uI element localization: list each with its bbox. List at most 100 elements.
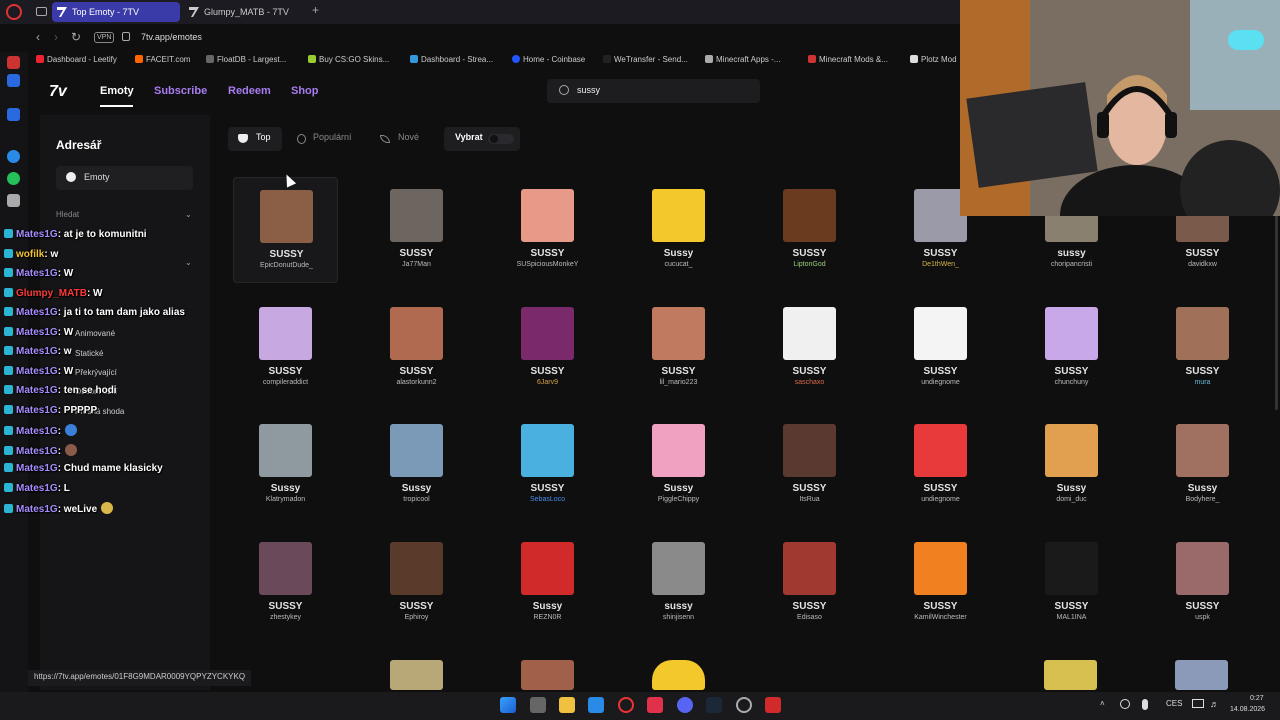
filter-static[interactable]: Statické <box>75 349 103 358</box>
nav-subscribe[interactable]: Subscribe <box>154 85 207 97</box>
discord-taskbar-icon[interactable] <box>677 697 693 713</box>
emote-thumbnail[interactable] <box>652 660 705 690</box>
reload-icon[interactable]: ↻ <box>71 30 81 44</box>
rail-app-icon[interactable] <box>7 74 20 87</box>
sidebar-item-emoty[interactable] <box>56 166 193 190</box>
emote-thumbnail[interactable] <box>390 660 443 690</box>
bookmark-item[interactable]: FACEIT.com <box>135 55 190 64</box>
url-field[interactable]: 7tv.app/emotes <box>141 32 202 42</box>
emote-card[interactable]: SUSSY MAL1INA <box>1019 530 1124 636</box>
search-value[interactable]: sussy <box>577 85 600 95</box>
emote-card[interactable]: Sussy cucucat_ <box>626 177 731 283</box>
emote-card[interactable]: SUSSY zhestykey <box>233 530 338 636</box>
forward-icon[interactable]: › <box>54 30 58 44</box>
app-icon[interactable] <box>588 697 604 713</box>
emote-card[interactable]: SUSSY lil_mario223 <box>626 295 731 401</box>
microphone-icon[interactable] <box>1142 699 1148 710</box>
emote-card[interactable]: SUSSY ItsRua <box>757 412 862 518</box>
emote-card[interactable]: Sussy PiggleChippy <box>626 412 731 518</box>
clock-time[interactable]: 0:27 <box>1250 695 1264 702</box>
bookmark-item[interactable]: FloatDB - Largest... <box>206 55 286 64</box>
emote-thumbnail <box>1176 306 1229 360</box>
bookmark-item[interactable]: Home - Coinbase <box>512 55 585 64</box>
emote-card[interactable]: SUSSY KamilWinchester <box>888 530 993 636</box>
tab-top-emoty[interactable]: Top Emoty - 7TV <box>52 2 180 22</box>
rail-app-icon[interactable] <box>7 108 20 121</box>
chevron-down-icon[interactable]: ⌄ <box>185 258 192 267</box>
vpn-badge[interactable]: VPN <box>94 32 115 43</box>
back-icon[interactable]: ‹ <box>36 30 40 44</box>
emote-card[interactable]: Sussy domi_duc <box>1019 412 1124 518</box>
bookmark-item[interactable]: WeTransfer - Send... <box>603 55 688 64</box>
emote-card[interactable]: SUSSY uspk <box>1150 530 1255 636</box>
emote-card[interactable]: Sussy tropicool <box>364 412 469 518</box>
emote-name: sussy <box>664 600 693 612</box>
opera-taskbar-icon[interactable] <box>618 697 634 713</box>
emote-card[interactable]: SUSSY 6Jarv9 <box>495 295 600 401</box>
emote-thumbnail[interactable] <box>1175 660 1228 690</box>
chat-message: Mates1G: <box>4 443 78 457</box>
emote-card[interactable]: SUSSY undiegnome <box>888 412 993 518</box>
select-mode-toggle[interactable] <box>488 134 514 144</box>
task-view-icon[interactable] <box>530 697 546 713</box>
rail-app-icon[interactable] <box>7 56 20 69</box>
bookmark-item[interactable]: Buy CS:GO Skins... <box>308 55 389 64</box>
emote-card[interactable]: sussy shinjisenn <box>626 530 731 636</box>
bookmark-item[interactable]: Minecraft Mods &... <box>808 55 888 64</box>
obs-icon[interactable] <box>736 697 752 713</box>
emote-card[interactable]: SUSSY SebasLoco <box>495 412 600 518</box>
emote-card[interactable]: SUSSY compileraddict <box>233 295 338 401</box>
filter-animated[interactable]: Animované <box>75 329 115 338</box>
filter-popular[interactable]: Populární <box>313 132 352 142</box>
new-tab-button[interactable]: + <box>312 3 319 17</box>
messenger-icon[interactable] <box>7 150 20 163</box>
bookmark-item[interactable]: Plotz Mod <box>910 55 957 64</box>
emote-card[interactable]: Sussy REZN0R <box>495 530 600 636</box>
nav-shop[interactable]: Shop <box>291 85 319 97</box>
emote-card[interactable]: SUSSY mura <box>1150 295 1255 401</box>
opera-logo-icon[interactable] <box>6 4 22 20</box>
shield-app-icon[interactable] <box>765 697 781 713</box>
filter-new[interactable]: Nové <box>398 132 419 142</box>
emote-card[interactable]: SUSSY undiegnome <box>888 295 993 401</box>
tray-app-icon[interactable] <box>1120 699 1130 709</box>
music-app-icon[interactable] <box>647 697 663 713</box>
bookmark-item[interactable]: Dashboard - Leetify <box>36 55 117 64</box>
network-icon[interactable] <box>1192 699 1204 708</box>
emote-card[interactable]: SUSSY LiptonGod <box>757 177 862 283</box>
chat-text: : w <box>44 248 59 260</box>
volume-icon[interactable]: ♬ <box>1210 699 1219 709</box>
chevron-down-icon[interactable]: ⌄ <box>185 210 192 219</box>
emote-card[interactable]: SUSSY saschaxo <box>757 295 862 401</box>
emote-card[interactable]: SUSSY EpicDonutDude_ <box>233 177 338 283</box>
emote-card[interactable]: SUSSY Edisaso <box>757 530 862 636</box>
chat-badge-icon <box>4 365 13 375</box>
steam-icon[interactable] <box>706 697 722 713</box>
tray-chevron-up-icon[interactable]: ˄ <box>1100 699 1105 708</box>
emote-card[interactable]: Sussy Bodyhere_ <box>1150 412 1255 518</box>
clock-date[interactable]: 14.08.2026 <box>1230 706 1265 713</box>
bookmark-item[interactable]: Minecraft Apps -... <box>705 55 780 64</box>
emote-card[interactable]: SUSSY chunchuny <box>1019 295 1124 401</box>
lock-icon[interactable] <box>122 32 130 41</box>
tab-sidebar-icon[interactable] <box>36 7 47 16</box>
language-indicator[interactable]: CES <box>1166 699 1182 708</box>
bookmark-item[interactable]: Dashboard - Strea... <box>410 55 493 64</box>
emote-thumbnail[interactable] <box>521 660 574 690</box>
whatsapp-icon[interactable] <box>7 172 20 185</box>
emote-card[interactable]: SUSSY SUSpiciousMonkeY <box>495 177 600 283</box>
emote-card[interactable]: Sussy Klatrymadon <box>233 412 338 518</box>
emote-card[interactable]: SUSSY alastorkunn2 <box>364 295 469 401</box>
filter-overlay[interactable]: Překrývající <box>75 368 117 377</box>
nav-redeem[interactable]: Redeem <box>228 85 271 97</box>
emote-thumbnail[interactable] <box>1044 660 1097 690</box>
file-explorer-icon[interactable] <box>559 697 575 713</box>
emote-card[interactable]: SUSSY Ephiroy <box>364 530 469 636</box>
emote-card[interactable]: SUSSY Ja77Man <box>364 177 469 283</box>
tab-glumpy[interactable]: Glumpy_MATB - 7TV <box>184 2 304 22</box>
discord-icon[interactable] <box>7 194 20 207</box>
7tv-logo[interactable]: 7v <box>49 83 67 101</box>
windows-start-icon[interactable] <box>500 697 516 713</box>
nav-emoty[interactable]: Emoty <box>100 85 134 97</box>
filter-top-button[interactable] <box>228 127 282 151</box>
